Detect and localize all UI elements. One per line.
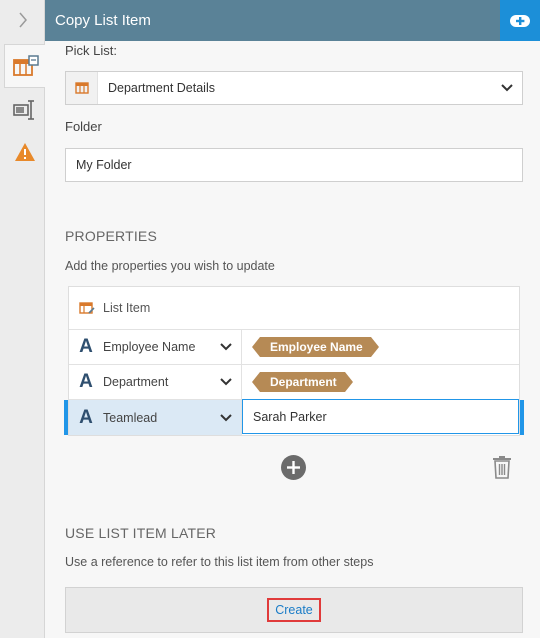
properties-panel: Pick List: Department Details Folder My … [45, 41, 540, 638]
property-value-cell[interactable]: Employee Name [242, 330, 519, 364]
panel-title: Copy List Item [55, 12, 151, 29]
add-icon [510, 14, 530, 27]
properties-description: Add the properties you wish to update [65, 259, 275, 273]
chevron-right-icon [18, 12, 27, 28]
property-value-input[interactable]: Sarah Parker [242, 399, 519, 434]
create-reference-link[interactable]: Create [267, 598, 321, 622]
panel-header: Copy List Item [45, 0, 540, 41]
list-item-icon [79, 301, 95, 315]
properties-table: List Item A Employee Name Employee Name … [64, 286, 524, 436]
folder-label: Folder [65, 119, 102, 134]
chevron-down-icon [211, 343, 241, 351]
reference-token[interactable]: Department [252, 372, 353, 392]
reference-token[interactable]: Employee Name [252, 337, 379, 357]
table-header-label: List Item [103, 301, 151, 315]
table-row-selected: A Teamlead Sarah Parker [64, 399, 524, 435]
delete-property-button[interactable] [491, 454, 513, 480]
plus-icon [287, 461, 300, 474]
properties-icon [12, 100, 34, 120]
tab-list-item[interactable] [4, 44, 46, 88]
chevron-down-icon [211, 378, 241, 386]
tab-warnings[interactable] [4, 130, 45, 174]
folder-input[interactable]: My Folder [65, 148, 523, 182]
create-reference-box: Create [65, 587, 523, 633]
folder-value: My Folder [76, 158, 132, 172]
left-rail [0, 0, 46, 638]
properties-heading: PROPERTIES [65, 228, 157, 244]
tab-properties[interactable] [4, 88, 45, 132]
pick-list-value: Department Details [108, 81, 215, 95]
pick-list-select[interactable]: Department Details [65, 71, 523, 105]
property-select[interactable]: A Teamlead [69, 400, 242, 435]
text-type-icon: A [79, 371, 93, 392]
header-add-button[interactable] [500, 0, 540, 41]
expand-rail-button[interactable] [0, 0, 45, 40]
text-type-icon: A [79, 406, 93, 428]
trash-icon [493, 456, 511, 479]
chevron-down-icon [211, 413, 241, 422]
table-header: List Item [69, 287, 519, 330]
add-property-button[interactable] [281, 455, 306, 480]
list-icon [66, 72, 98, 104]
property-select[interactable]: A Department [69, 365, 242, 399]
table-row: A Department Department [69, 365, 519, 400]
table-row: A Employee Name Employee Name [69, 330, 519, 365]
use-later-description: Use a reference to refer to this list it… [65, 555, 374, 569]
property-name: Department [103, 375, 169, 389]
warning-icon [14, 143, 35, 161]
chevron-down-icon [492, 84, 522, 92]
property-select[interactable]: A Employee Name [69, 330, 242, 364]
property-name: Teamlead [103, 410, 158, 425]
property-name: Employee Name [103, 340, 196, 354]
property-value-cell[interactable]: Department [242, 365, 519, 399]
pick-list-label: Pick List: [65, 43, 118, 58]
text-type-icon: A [79, 336, 93, 357]
list-item-icon [12, 55, 39, 76]
use-later-heading: USE LIST ITEM LATER [65, 525, 217, 541]
